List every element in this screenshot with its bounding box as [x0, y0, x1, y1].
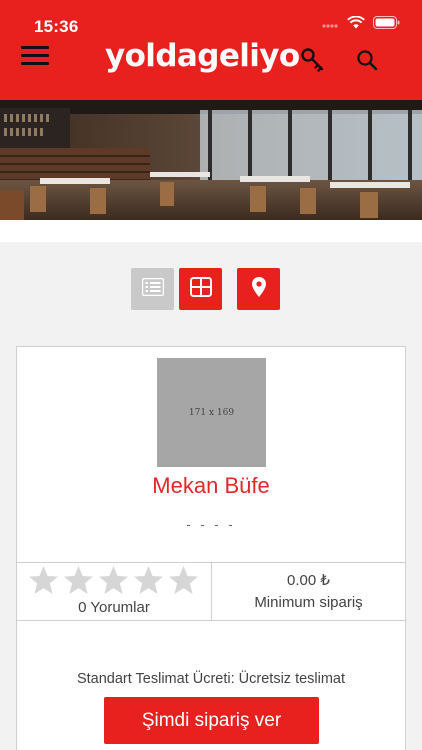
- app-logo: yoldageliyo: [105, 38, 300, 74]
- star-icon: [29, 566, 58, 594]
- venue-subtitle: - - - -: [186, 517, 236, 532]
- order-now-button[interactable]: Şimdi sipariş ver: [104, 697, 319, 744]
- venue-name[interactable]: Mekan Büfe: [17, 473, 405, 499]
- list-view-button[interactable]: [131, 268, 174, 310]
- hamburger-menu-icon[interactable]: [21, 46, 49, 66]
- star-icon: [169, 566, 198, 594]
- key-icon[interactable]: [300, 47, 326, 78]
- star-icon: [99, 566, 128, 594]
- delivery-fee-text: Standart Teslimat Ücreti: Ücretsiz tesli…: [76, 671, 346, 687]
- venue-card[interactable]: 171 x 169 Mekan Büfe - - - - 0 Yorumlar …: [16, 346, 406, 750]
- battery-icon: [373, 16, 400, 34]
- wifi-icon: [347, 15, 365, 34]
- restaurant-banner-image: [0, 100, 422, 220]
- list-icon: [141, 277, 164, 301]
- reviews-count[interactable]: 0 Yorumlar: [17, 599, 211, 616]
- map-view-button[interactable]: [237, 268, 280, 310]
- min-order-label: Minimum sipariş: [254, 594, 363, 611]
- min-order-value: 0.00 ₺: [287, 572, 330, 589]
- map-pin-icon: [251, 276, 266, 302]
- content-top-strip: [0, 220, 422, 242]
- status-time: 15:36: [34, 17, 79, 36]
- search-icon[interactable]: [356, 49, 378, 76]
- rating-stars: [28, 565, 199, 595]
- cellular-icon: [321, 16, 339, 34]
- divider: [17, 620, 405, 621]
- status-icons: [321, 15, 400, 34]
- star-icon: [134, 566, 163, 594]
- grid-view-button[interactable]: [179, 268, 222, 310]
- grid-icon: [189, 276, 212, 302]
- app-header: 15:36 yoldageliyo: [0, 0, 422, 100]
- venue-image-placeholder: 171 x 169: [157, 358, 266, 467]
- star-icon: [64, 566, 93, 594]
